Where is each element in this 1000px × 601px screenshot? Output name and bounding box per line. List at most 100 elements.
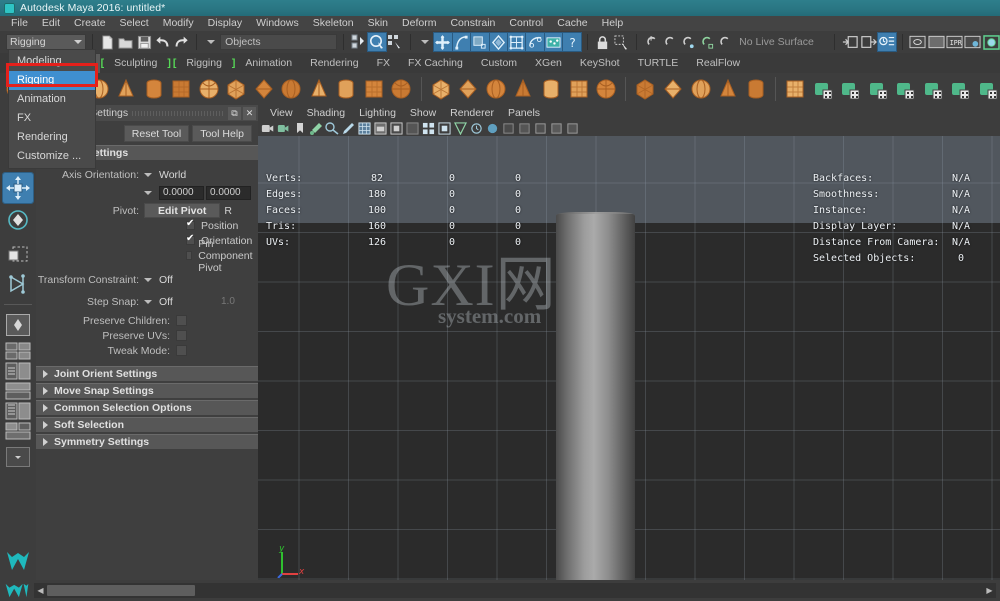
uv-cylindrical-icon[interactable] <box>838 76 863 102</box>
persp-graph-editor-layout-icon[interactable] <box>4 422 32 440</box>
uv-planar-icon[interactable] <box>810 76 835 102</box>
misc-icon[interactable]: ? <box>562 32 582 52</box>
uv-automatic-icon[interactable] <box>893 76 918 102</box>
scale-tool[interactable] <box>3 237 33 267</box>
tweak-mode-checkbox[interactable] <box>176 345 187 356</box>
axis-value-x-field[interactable] <box>159 185 204 200</box>
hypershade-icon[interactable] <box>964 33 981 51</box>
reset-tool-button[interactable]: Reset Tool <box>123 125 190 142</box>
booleans-icon[interactable] <box>484 76 509 102</box>
show-hide-attribute-editor-icon[interactable] <box>860 33 877 51</box>
select-camera-icon[interactable] <box>261 121 275 135</box>
four-view-layout-icon[interactable] <box>4 342 32 360</box>
menu-item-skin[interactable]: Skin <box>361 16 395 31</box>
wireframe-icon[interactable] <box>357 121 371 135</box>
bookmark-icon[interactable] <box>293 121 307 135</box>
uv-unfold-icon[interactable] <box>920 76 945 102</box>
shelf-tab-turtle[interactable]: TURTLE <box>628 54 688 73</box>
preserve-uvs-row[interactable]: Preserve UVs: <box>36 329 258 342</box>
separate-icon[interactable] <box>456 76 481 102</box>
menu-item-display[interactable]: Display <box>201 16 249 31</box>
menu-set-selector[interactable]: Rigging <box>6 34 86 50</box>
shadows-icon[interactable] <box>469 121 483 135</box>
deformers-icon[interactable] <box>525 32 545 52</box>
pivot-position-checkbox-row[interactable]: Position <box>36 218 258 233</box>
polygon-prism-icon[interactable] <box>252 76 277 102</box>
pin-component-pivot-checkbox[interactable] <box>186 251 193 260</box>
render-view-icon[interactable] <box>983 33 1000 51</box>
motion-blur-icon[interactable] <box>501 121 515 135</box>
nurbs-curves-icon[interactable] <box>451 32 472 52</box>
menu-set-option-fx[interactable]: FX <box>9 109 95 128</box>
close-icon[interactable]: ✕ <box>243 106 256 120</box>
append-polygon-icon[interactable] <box>594 76 619 102</box>
chevron-down-icon[interactable] <box>144 277 152 282</box>
wireframe-on-shaded-icon[interactable] <box>421 121 435 135</box>
chevron-down-icon[interactable] <box>144 172 152 177</box>
highlight-selection-icon[interactable] <box>612 33 629 51</box>
snap-to-grid-icon[interactable] <box>643 33 660 51</box>
position-checkbox[interactable] <box>186 218 195 230</box>
mirror-geometry-icon[interactable] <box>783 76 808 102</box>
viewport-menu-renderer[interactable]: Renderer <box>443 107 501 119</box>
edit-pivot-button[interactable]: Edit Pivot <box>144 203 221 218</box>
viewport-menu-shading[interactable]: Shading <box>300 107 353 119</box>
menu-item-constrain[interactable]: Constrain <box>443 16 502 31</box>
rotate-tool[interactable] <box>3 205 33 235</box>
smooth-shade-all-icon[interactable] <box>373 121 387 135</box>
shelf-tab-fx[interactable]: FX <box>367 54 399 73</box>
group-joint-orient-settings[interactable]: Joint Orient Settings <box>36 366 258 381</box>
dynamics-icon[interactable] <box>543 32 564 52</box>
shelf-tab-rigging[interactable]: Rigging <box>177 54 231 73</box>
xray-icon[interactable] <box>549 121 563 135</box>
redo-icon[interactable] <box>173 33 190 51</box>
selection-mask-field[interactable]: Objects <box>220 34 337 50</box>
polygon-plane-icon[interactable] <box>142 76 167 102</box>
menu-set-option-animation[interactable]: Animation <box>9 90 95 109</box>
select-by-component-icon[interactable] <box>387 33 404 51</box>
preserve-children-row[interactable]: Preserve Children: <box>36 314 258 327</box>
menu-set-option-rendering[interactable]: Rendering <box>9 128 95 147</box>
ipr-render-icon[interactable] <box>927 33 945 51</box>
component-mask-chevron-icon[interactable] <box>421 40 430 44</box>
menu-item-help[interactable]: Help <box>595 16 631 31</box>
group-common-selection-options[interactable]: Common Selection Options <box>36 400 258 415</box>
scrollbar-thumb[interactable] <box>47 585 195 596</box>
two-panes-side-by-side-icon[interactable] <box>4 362 32 380</box>
tweak-mode-row[interactable]: Tweak Mode: <box>36 344 258 357</box>
menu-item-cache[interactable]: Cache <box>550 16 594 31</box>
lock-selection-icon[interactable] <box>594 33 611 51</box>
shelf-tab-keyshot[interactable]: KeyShot <box>570 54 629 73</box>
snap-to-view-plane-icon[interactable] <box>717 33 734 51</box>
shelf-tab-animation[interactable]: Animation <box>236 54 302 73</box>
texture-mode-icon[interactable] <box>437 121 451 135</box>
save-scene-icon[interactable] <box>136 33 153 51</box>
shelf-tab-fx-caching[interactable]: FX Caching <box>399 54 472 73</box>
grease-pencil-icon[interactable] <box>341 121 355 135</box>
polygon-soccerball-icon[interactable] <box>362 76 387 102</box>
preserve-uvs-checkbox[interactable] <box>176 330 187 341</box>
menu-item-file[interactable]: File <box>4 16 35 31</box>
preserve-children-checkbox[interactable] <box>176 315 187 326</box>
polygon-gear-icon[interactable] <box>334 76 359 102</box>
menu-set-dropdown[interactable]: Modeling Rigging Animation FX Rendering Custo… <box>8 49 96 169</box>
menu-item-edit[interactable]: Edit <box>35 16 67 31</box>
scroll-left-icon[interactable]: ◀ <box>34 584 47 597</box>
viewport-3d-canvas[interactable]: GXI网 system.com Verts: 82 0 0 Edges: 180 0 0 Fac… <box>258 136 1000 580</box>
undo-icon[interactable] <box>154 33 171 51</box>
menu-item-select[interactable]: Select <box>113 16 156 31</box>
menu-set-option-customize-[interactable]: Customize ... <box>9 147 95 166</box>
subdiv-surfaces-icon[interactable] <box>506 32 527 52</box>
axis-value-y-field[interactable] <box>206 185 251 200</box>
screen-space-ao-icon[interactable] <box>485 121 499 135</box>
single-perspective-layout-icon[interactable] <box>3 310 33 340</box>
orientation-checkbox[interactable] <box>186 233 195 245</box>
polygons-icon[interactable] <box>488 32 509 52</box>
render-settings-icon[interactable]: IPR <box>946 33 963 51</box>
chevron-down-icon[interactable] <box>144 299 152 304</box>
group-symmetry-settings[interactable]: Symmetry Settings <box>36 434 258 449</box>
polygon-helix-icon[interactable] <box>307 76 332 102</box>
menu-item-deform[interactable]: Deform <box>395 16 443 31</box>
shelf-tab-custom[interactable]: Custom <box>471 54 527 73</box>
viewport-menu-show[interactable]: Show <box>403 107 443 119</box>
